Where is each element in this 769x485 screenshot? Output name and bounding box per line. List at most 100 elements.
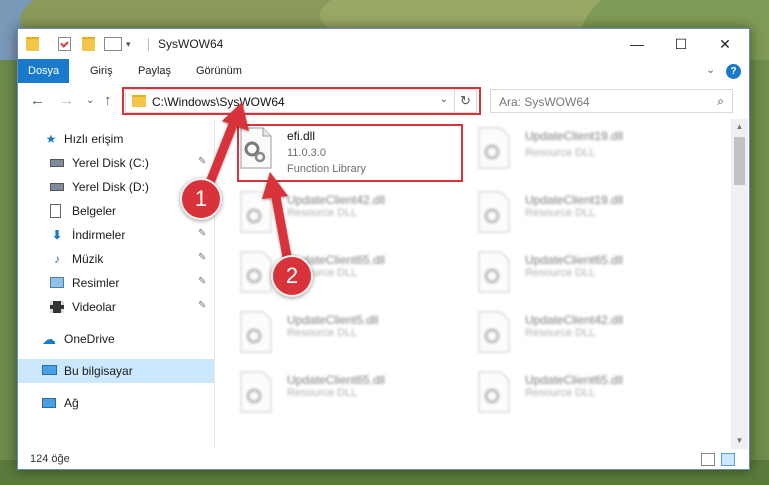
- sidebar-item-label: İndirmeler: [72, 228, 126, 242]
- file-item[interactable]: UpdateClient65.dll Resource DLL: [239, 369, 459, 419]
- sidebar-item-label: Bu bilgisayar: [64, 364, 133, 378]
- pin-icon[interactable]: ✎: [198, 228, 206, 239]
- sidebar-item-label: Videolar: [72, 300, 116, 314]
- computer-icon: [42, 364, 57, 378]
- item-count: 124 öğe: [30, 453, 70, 465]
- tab-giris[interactable]: Giriş: [80, 59, 123, 83]
- sidebar-item-quick-access[interactable]: ★ Hızlı erişim: [18, 127, 214, 151]
- file-name: UpdateClient42.dll: [525, 313, 624, 327]
- sidebar-item-label: Yerel Disk (C:): [72, 156, 149, 170]
- search-icon[interactable]: ⌕: [717, 94, 724, 109]
- scroll-thumb[interactable]: [734, 137, 745, 185]
- navigation-pane: ★ Hızlı erişim Yerel Disk (C:) ✎ Yerel D…: [18, 119, 214, 449]
- explorer-window: ▾ SysWOW64 — ☐ ✕ Dosya Giriş Paylaş Görü…: [17, 28, 750, 470]
- title-separator: [148, 38, 149, 51]
- dll-file-icon: [240, 311, 272, 353]
- ribbon: Dosya Giriş Paylaş Görünüm ⌄ ?: [18, 59, 749, 83]
- pin-icon[interactable]: ✎: [198, 252, 206, 263]
- file-description: Resource DLL: [525, 207, 596, 219]
- help-icon[interactable]: ?: [726, 64, 741, 79]
- file-item[interactable]: UpdateClient19.dll Resource DLL: [477, 125, 697, 175]
- pictures-icon: [50, 276, 64, 290]
- search-input[interactable]: Ara: SysWOW64: [499, 95, 590, 109]
- file-name: UpdateClient65.dll: [287, 373, 386, 387]
- file-description: Resource DLL: [525, 327, 596, 339]
- customize-toolbar-icon[interactable]: [104, 37, 122, 51]
- large-icons-view-icon[interactable]: [721, 453, 735, 466]
- download-icon: ⬇: [51, 228, 63, 242]
- callout-badge-2: 2: [271, 255, 313, 297]
- new-folder-icon[interactable]: [82, 37, 95, 51]
- sidebar-item-network[interactable]: Ağ: [18, 391, 214, 415]
- scroll-up-icon[interactable]: ▲: [731, 119, 748, 135]
- maximize-button[interactable]: ☐: [658, 29, 704, 59]
- file-name: UpdateClient42.dll: [287, 193, 386, 207]
- file-description: Resource DLL: [525, 267, 596, 279]
- file-name: UpdateClient19.dll: [525, 129, 624, 143]
- pin-icon[interactable]: ✎: [198, 156, 206, 167]
- tab-paylas[interactable]: Paylaş: [128, 59, 181, 83]
- sidebar-item-label: Yerel Disk (D:): [72, 180, 149, 194]
- documents-icon: [50, 204, 64, 218]
- sidebar-item-label: Hızlı erişim: [64, 132, 124, 146]
- tab-gorunum[interactable]: Görünüm: [186, 59, 252, 83]
- file-description: Resource DLL: [287, 387, 358, 399]
- file-highlight-box: [237, 124, 463, 182]
- minimize-button[interactable]: —: [614, 29, 660, 59]
- forward-arrow-icon[interactable]: →: [59, 92, 74, 109]
- expand-ribbon-icon[interactable]: ⌄: [706, 63, 715, 76]
- sidebar-item-label: Müzik: [72, 252, 104, 266]
- up-arrow-icon[interactable]: ↑: [104, 92, 112, 109]
- sidebar-item-videos[interactable]: Videolar ✎: [18, 295, 214, 319]
- star-icon: ★: [45, 132, 57, 146]
- callout-badge-1: 1: [180, 178, 222, 220]
- file-name: UpdateClient65.dll: [525, 373, 624, 387]
- properties-icon[interactable]: [58, 37, 71, 51]
- recent-locations-icon[interactable]: ⌄: [86, 95, 94, 106]
- chevron-down-icon[interactable]: ▾: [126, 37, 139, 51]
- sidebar-item-this-pc[interactable]: Bu bilgisayar: [18, 359, 214, 383]
- file-item[interactable]: UpdateClient42.dll Resource DLL: [239, 189, 459, 239]
- sidebar-item-onedrive[interactable]: ☁ OneDrive: [18, 327, 214, 351]
- window-title: SysWOW64: [158, 37, 224, 51]
- dll-file-icon: [240, 371, 272, 413]
- videos-icon: [50, 300, 64, 314]
- sidebar-item-music[interactable]: ♪ Müzik ✎: [18, 247, 214, 271]
- title-bar: ▾ SysWOW64 — ☐ ✕: [18, 29, 749, 59]
- status-bar: 124 öğe: [18, 449, 749, 469]
- file-description: Resource DLL: [287, 207, 358, 219]
- drive-icon: [50, 156, 64, 170]
- details-view-icon[interactable]: [701, 453, 715, 466]
- dll-file-icon: [240, 251, 272, 293]
- dll-file-icon: [478, 311, 510, 353]
- pin-icon[interactable]: ✎: [198, 300, 206, 311]
- file-item[interactable]: UpdateClient65.dll Resource DLL: [477, 369, 697, 419]
- dll-file-icon: [478, 371, 510, 413]
- sidebar-item-label: OneDrive: [64, 332, 115, 346]
- folder-icon: [26, 37, 39, 51]
- address-highlight-box: [122, 87, 481, 115]
- network-icon: [42, 396, 56, 410]
- music-icon: ♪: [54, 252, 60, 266]
- tab-dosya[interactable]: Dosya: [18, 59, 70, 83]
- close-button[interactable]: ✕: [702, 29, 748, 59]
- sidebar-item-downloads[interactable]: ⬇ İndirmeler ✎: [18, 223, 214, 247]
- file-description: Resource DLL: [287, 327, 358, 339]
- search-box[interactable]: Ara: SysWOW64 ⌕: [490, 89, 733, 113]
- back-arrow-icon[interactable]: ←: [30, 92, 45, 109]
- file-name: UpdateClient19.dll: [525, 193, 624, 207]
- sidebar-item-local-disk-c[interactable]: Yerel Disk (C:) ✎: [18, 151, 214, 175]
- file-item[interactable]: UpdateClient5.dll Resource DLL: [239, 309, 459, 359]
- file-item[interactable]: UpdateClient65.dll Resource DLL: [477, 249, 697, 299]
- file-name: UpdateClient5.dll: [287, 313, 379, 327]
- file-item[interactable]: UpdateClient42.dll Resource DLL: [477, 309, 697, 359]
- dll-file-icon: [240, 191, 272, 233]
- file-description: Resource DLL: [525, 147, 596, 159]
- vertical-scrollbar[interactable]: ▲ ▼: [731, 119, 748, 449]
- drive-icon: [50, 180, 64, 194]
- pin-icon[interactable]: ✎: [198, 276, 206, 287]
- scroll-down-icon[interactable]: ▼: [731, 433, 748, 449]
- file-item[interactable]: UpdateClient19.dll Resource DLL: [477, 189, 697, 239]
- cloud-icon: ☁: [42, 331, 56, 347]
- sidebar-item-pictures[interactable]: Resimler ✎: [18, 271, 214, 295]
